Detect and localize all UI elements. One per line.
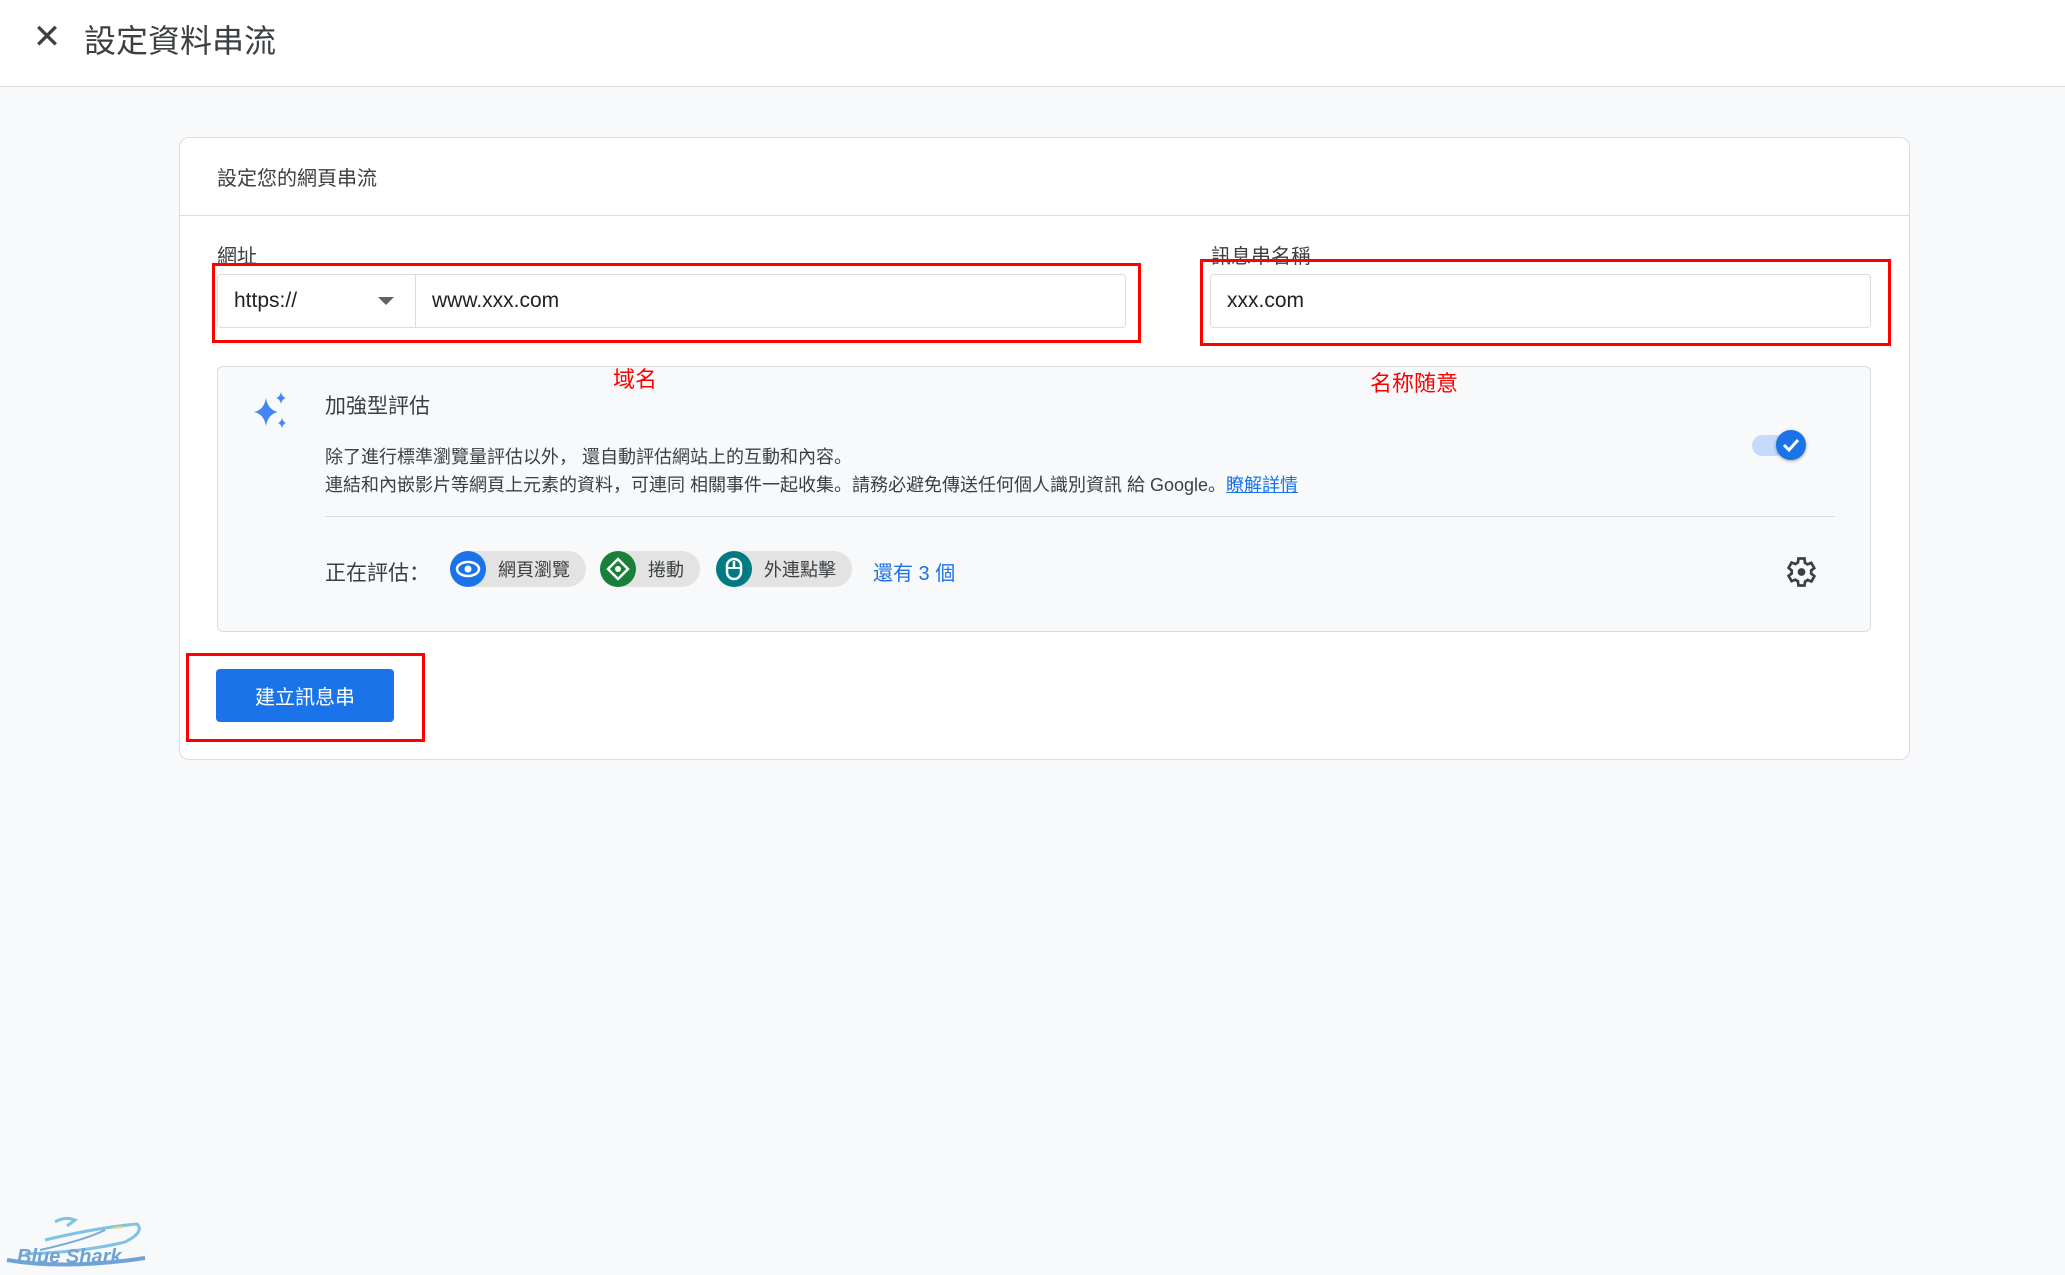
chip-label: 捲動 bbox=[648, 560, 684, 580]
enhanced-desc-1: 除了進行標準瀏覽量評估以外， 還自動評估網站上的互動和內容。 bbox=[325, 447, 852, 467]
divider bbox=[179, 215, 1910, 216]
annotation-box-button bbox=[186, 653, 425, 742]
divider bbox=[325, 516, 1835, 517]
more-events-link[interactable]: 還有 3 個 bbox=[873, 557, 955, 586]
annotation-box-name bbox=[1200, 259, 1891, 346]
logo-text: Blue Shark bbox=[17, 1246, 122, 1268]
close-icon[interactable]: ✕ bbox=[30, 20, 64, 54]
page-title: 設定資料串流 bbox=[84, 23, 277, 59]
measuring-label: 正在評估： bbox=[325, 562, 430, 585]
chip-page-views[interactable]: 網頁瀏覽 bbox=[450, 551, 586, 587]
gear-icon[interactable] bbox=[1782, 554, 1818, 590]
scroll-icon bbox=[600, 551, 636, 587]
mouse-icon bbox=[716, 551, 752, 587]
annotation-domain: 域名 bbox=[613, 368, 658, 393]
desc-text: 連結和內嵌影片等網頁上元素的資料，可連同 相關事件一起收集。請務必避免傳送任何個… bbox=[325, 475, 1227, 495]
annotation-box-url bbox=[212, 263, 1141, 343]
enhanced-title: 加強型評估 bbox=[325, 395, 430, 418]
chip-label: 網頁瀏覽 bbox=[498, 560, 570, 580]
toggle-knob[interactable] bbox=[1776, 430, 1806, 460]
header-bar bbox=[0, 0, 2065, 87]
check-icon bbox=[1782, 438, 1800, 453]
card-title: 設定您的網頁串流 bbox=[217, 168, 377, 190]
sparkle-icon bbox=[254, 392, 286, 428]
chip-scroll[interactable]: 捲動 bbox=[600, 551, 700, 587]
chip-outbound-clicks[interactable]: 外連點擊 bbox=[716, 551, 852, 587]
enhanced-measurement-panel bbox=[217, 366, 1871, 632]
learn-more-link[interactable]: 瞭解詳情 bbox=[1226, 475, 1298, 495]
chip-label: 外連點擊 bbox=[764, 560, 836, 580]
annotation-name: 名称随意 bbox=[1370, 372, 1459, 397]
eye-icon bbox=[450, 551, 486, 587]
enhanced-desc-2: 連結和內嵌影片等網頁上元素的資料，可連同 相關事件一起收集。請務必避免傳送任何個… bbox=[325, 471, 1298, 497]
blue-shark-logo: Blue Shark bbox=[5, 1180, 150, 1275]
